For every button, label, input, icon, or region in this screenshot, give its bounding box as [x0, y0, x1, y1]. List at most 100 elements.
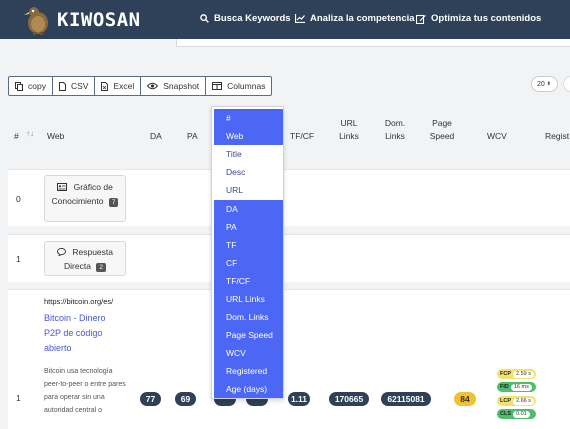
- page-size-select[interactable]: 20 ⬍: [531, 76, 558, 92]
- row-number: 1: [16, 393, 21, 403]
- col-header-label: PA: [187, 131, 198, 141]
- kiwi-logo-icon[interactable]: [24, 3, 52, 35]
- search-icon: [200, 14, 209, 23]
- col-header-label: URL Links: [339, 118, 359, 141]
- col-header-label: Dom. Links: [384, 118, 406, 141]
- column-toggle-cf[interactable]: CF: [214, 254, 283, 272]
- column-toggle-tf[interactable]: TF: [214, 236, 283, 254]
- cwv-key: FID: [500, 384, 509, 390]
- excel-button[interactable]: Excel: [94, 76, 142, 96]
- tfcf-badge: 1.11: [288, 392, 310, 406]
- col-header-wcv[interactable]: WCV: [487, 130, 507, 143]
- pa-badge: 69: [175, 392, 196, 406]
- column-toggle-url-links[interactable]: URL Links: [214, 290, 283, 308]
- col-header-da[interactable]: DA: [150, 130, 162, 143]
- cwv-value: 2.66 s: [513, 397, 534, 405]
- brand-name[interactable]: KIWOSAN: [57, 9, 141, 31]
- column-toggle-pa[interactable]: PA: [214, 218, 283, 236]
- columns-icon: [212, 82, 223, 90]
- snapshot-button[interactable]: Snapshot: [140, 76, 207, 96]
- da-badge: 77: [140, 392, 161, 406]
- column-toggle-wcv[interactable]: WCV: [214, 344, 283, 362]
- col-header-label: TF/CF: [290, 131, 315, 141]
- cwv-key: LCP: [500, 398, 511, 404]
- col-header-registered[interactable]: Regist: [545, 130, 569, 143]
- col-header-dom-links[interactable]: Dom. Links: [379, 117, 411, 143]
- copy-label: copy: [28, 81, 46, 91]
- col-header-tfcf[interactable]: TF/CF: [290, 130, 314, 143]
- column-toggle-age[interactable]: Age (days): [214, 380, 283, 398]
- page-speed-badge: 84: [454, 392, 476, 406]
- cwv-value: 16 ms: [510, 383, 532, 391]
- page-size-value: 20: [537, 80, 545, 88]
- knowledge-graph-card[interactable]: Gráfico de Conocimiento 7: [44, 175, 126, 222]
- column-toggle-da[interactable]: DA: [214, 200, 283, 218]
- sub-header-panel: [176, 39, 570, 47]
- cwv-fid: FID 16 ms: [497, 382, 536, 392]
- nav-busca-keywords[interactable]: Busca Keywords: [200, 13, 291, 24]
- cwv-value: 2.59 s: [513, 370, 534, 378]
- top-navbar: KIWOSAN Busca Keywords Analiza la compet…: [0, 0, 570, 39]
- col-header-label: DA: [150, 131, 162, 141]
- result-description: Bitcoin usa tecnología peer-to-peer o en…: [44, 368, 126, 414]
- col-header-label: WCV: [487, 131, 507, 141]
- select-arrow-icon: ⬍: [546, 81, 551, 87]
- col-header-url-links[interactable]: URL Links: [335, 117, 363, 143]
- csv-button[interactable]: CSV: [51, 76, 96, 96]
- chart-icon: [295, 14, 305, 23]
- cwv-key: CLS: [500, 411, 511, 417]
- columnas-label: Columnas: [227, 81, 266, 91]
- nav-label: Optimiza tus contenidos: [431, 13, 542, 24]
- row-number: 0: [16, 194, 21, 204]
- direct-answer-card[interactable]: Respuesta Directa 2: [44, 241, 126, 276]
- col-header-label: #: [14, 131, 19, 141]
- file-csv-icon: [58, 81, 66, 91]
- search-box[interactable]: [563, 76, 570, 92]
- column-toggle-num[interactable]: #: [214, 109, 283, 127]
- nav-label: Analiza la competencia: [310, 13, 415, 24]
- col-header-label: Web: [47, 131, 65, 141]
- result-title-link[interactable]: Bitcoin - Dinero P2P de código abierto: [44, 311, 124, 356]
- col-header-web[interactable]: Web: [47, 130, 64, 143]
- csv-label: CSV: [70, 81, 89, 91]
- cwv-key: FCP: [500, 371, 511, 377]
- column-toggle-desc[interactable]: Desc: [214, 163, 283, 181]
- excel-label: Excel: [113, 81, 135, 91]
- cwv-cls: CLS 0.01: [497, 409, 536, 419]
- id-card-icon: [57, 183, 68, 191]
- card-count-badge: 7: [108, 198, 119, 207]
- columns-dropdown-menu: # Web Title Desc URL DA PA TF CF TF/CF U…: [211, 106, 284, 399]
- cwv-fcp: FCP 2.59 s: [497, 369, 536, 379]
- copy-icon: [15, 81, 23, 91]
- column-toggle-page-speed[interactable]: Page Speed: [214, 326, 283, 344]
- nav-label: Busca Keywords: [214, 13, 291, 24]
- columnas-button[interactable]: Columnas: [205, 76, 273, 96]
- column-toggle-registered[interactable]: Registered: [214, 362, 283, 380]
- column-toggle-title[interactable]: Title: [214, 145, 283, 163]
- col-header-num[interactable]: #: [14, 130, 19, 143]
- column-toggle-url[interactable]: URL: [214, 181, 283, 199]
- cwv-value: 0.01: [513, 410, 530, 418]
- eye-icon: [147, 82, 159, 90]
- table-toolbar: copy CSV Excel Snapshot Columnas: [8, 76, 273, 96]
- nav-analiza-competencia[interactable]: Analiza la competencia: [295, 13, 415, 24]
- nav-optimiza-contenidos[interactable]: Optimiza tus contenidos: [416, 13, 541, 24]
- col-header-label: Page Speed: [429, 118, 455, 141]
- file-excel-icon: [101, 81, 109, 91]
- snapshot-label: Snapshot: [163, 81, 200, 91]
- card-count-badge: 2: [96, 263, 106, 272]
- col-header-label: Regist: [545, 131, 570, 141]
- col-header-page-speed[interactable]: Page Speed: [426, 117, 458, 143]
- sort-icon[interactable]: ↑↓: [26, 127, 34, 140]
- copy-button[interactable]: copy: [8, 76, 53, 96]
- row-number: 1: [16, 254, 21, 264]
- column-toggle-web[interactable]: Web: [214, 127, 283, 145]
- column-toggle-dom-links[interactable]: Dom. Links: [214, 308, 283, 326]
- speech-bubble-icon: [57, 248, 66, 257]
- result-url[interactable]: https://bitcoin.org/es/: [44, 297, 113, 306]
- dom-links-badge: 62115081: [381, 392, 431, 406]
- cwv-lcp: LCP 2.66 s: [497, 396, 536, 406]
- col-header-pa[interactable]: PA: [187, 130, 198, 143]
- edit-icon: [416, 14, 426, 24]
- column-toggle-tfcf[interactable]: TF/CF: [214, 272, 283, 290]
